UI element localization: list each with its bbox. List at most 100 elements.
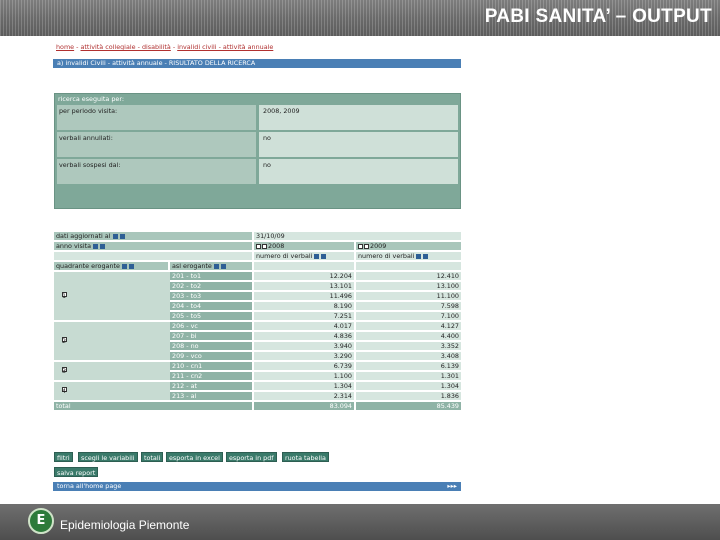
export-excel-button[interactable]: esporta in excel bbox=[166, 452, 223, 462]
breadcrumb: home - attività collegiale - disabilità … bbox=[56, 43, 274, 51]
value-cell: 4.017 bbox=[254, 322, 354, 330]
sort-icon[interactable] bbox=[423, 253, 429, 259]
asl-cell: 211 - cn2 bbox=[170, 372, 252, 380]
table-header-row: numero di verbali numero di verbali bbox=[54, 252, 461, 260]
value-cell: 3.352 bbox=[356, 342, 461, 350]
sort-icon[interactable] bbox=[119, 233, 125, 239]
value-cell: 7.598 bbox=[356, 302, 461, 310]
sort-icon[interactable] bbox=[314, 253, 320, 259]
filter-row: verbali sospesi dal: no bbox=[57, 159, 458, 184]
home-link-bar[interactable]: torna all'home page ▸▸▸ bbox=[53, 482, 461, 491]
asl-cell: 203 - to3 bbox=[170, 292, 252, 300]
breadcrumb-home[interactable]: home bbox=[56, 43, 74, 51]
asl-cell: 204 - to4 bbox=[170, 302, 252, 310]
table-header-row: dati aggiornati al 31/10/09 bbox=[54, 232, 461, 240]
empty-cell bbox=[356, 262, 461, 270]
asl-cell: 212 - at bbox=[170, 382, 252, 390]
sort-icon[interactable] bbox=[121, 263, 127, 269]
collapse-icon[interactable] bbox=[262, 243, 267, 249]
asl-cell: 210 - cn1 bbox=[170, 362, 252, 370]
total-2008: 83.094 bbox=[254, 402, 354, 410]
group-cell[interactable]: 4 bbox=[54, 382, 170, 400]
collapse-icon[interactable] bbox=[364, 243, 369, 249]
sort-icon[interactable] bbox=[213, 263, 219, 269]
filter-label: verbali annullati: bbox=[57, 132, 256, 157]
table-row: 204 - to4 8.190 7.598 bbox=[170, 302, 461, 310]
updated-value-cell: 31/10/09 bbox=[254, 232, 461, 240]
filter-label: verbali sospesi dal: bbox=[57, 159, 256, 184]
app-screenshot: home - attività collegiale - disabilità … bbox=[50, 40, 464, 500]
filter-header: ricerca eseguita per: bbox=[58, 95, 124, 103]
filter-value: no bbox=[259, 132, 458, 157]
asl-cell: 209 - vco bbox=[170, 352, 252, 360]
filter-label: per periodo visita: bbox=[57, 105, 256, 130]
decorative-pattern bbox=[0, 36, 46, 506]
value-cell: 4.400 bbox=[356, 332, 461, 340]
export-pdf-button[interactable]: esporta in pdf bbox=[226, 452, 277, 462]
asl-cell: 201 - to1 bbox=[170, 272, 252, 280]
expand-icon[interactable] bbox=[358, 243, 363, 249]
expand-icon[interactable] bbox=[256, 243, 261, 249]
slide-title: PABI SANITA’ – OUTPUT bbox=[484, 6, 712, 27]
group-cell[interactable]: 1 bbox=[54, 272, 170, 320]
table-row: 202 - to2 13.101 13.100 bbox=[170, 282, 461, 290]
value-cell: 2.314 bbox=[254, 392, 354, 400]
empty-cell bbox=[254, 262, 354, 270]
value-cell: 6.739 bbox=[254, 362, 354, 370]
total-row: total 83.094 85.439 bbox=[54, 402, 461, 410]
breadcrumb-invalidi[interactable]: invalidi civili - attività annuale bbox=[177, 43, 273, 51]
dim1-header: quadrante erogante bbox=[54, 262, 168, 270]
filters-button[interactable]: filtri bbox=[54, 452, 73, 462]
table-header-row: anno visita 2008 2009 bbox=[54, 242, 461, 250]
table-row: 213 - al 2.314 1.836 bbox=[170, 392, 461, 400]
value-cell: 12.410 bbox=[356, 272, 461, 280]
table-row: 206 - vc 4.017 4.127 bbox=[170, 322, 461, 330]
table-row: 212 - at 1.304 1.304 bbox=[170, 382, 461, 390]
table-row: 203 - to3 11.496 11.100 bbox=[170, 292, 461, 300]
measure-header-cell: numero di verbali bbox=[254, 252, 354, 260]
total-label: total bbox=[54, 402, 252, 410]
logo-icon: E bbox=[28, 508, 54, 534]
value-cell: 1.304 bbox=[356, 382, 461, 390]
value-cell: 6.139 bbox=[356, 362, 461, 370]
filter-value: no bbox=[259, 159, 458, 184]
asl-cell: 202 - to2 bbox=[170, 282, 252, 290]
group-cell[interactable]: 3 bbox=[54, 362, 170, 380]
rotate-table-button[interactable]: ruota tabella bbox=[282, 452, 329, 462]
table-row: 207 - bi 4.836 4.400 bbox=[170, 332, 461, 340]
asl-cell: 207 - bi bbox=[170, 332, 252, 340]
measure-header-cell: numero di verbali bbox=[356, 252, 461, 260]
sort-icon[interactable] bbox=[220, 263, 226, 269]
sort-icon[interactable] bbox=[93, 243, 99, 249]
value-cell: 13.101 bbox=[254, 282, 354, 290]
sort-icon[interactable] bbox=[128, 263, 134, 269]
value-cell: 1.301 bbox=[356, 372, 461, 380]
asl-cell: 205 - to5 bbox=[170, 312, 252, 320]
table-row: 205 - to5 7.251 7.100 bbox=[170, 312, 461, 320]
table-row: 210 - cn1 6.739 6.139 bbox=[170, 362, 461, 370]
value-cell: 3.408 bbox=[356, 352, 461, 360]
value-cell: 4.127 bbox=[356, 322, 461, 330]
filter-row: verbali annullati: no bbox=[57, 132, 458, 157]
year-2008-cell[interactable]: 2008 bbox=[254, 242, 354, 250]
sort-icon[interactable] bbox=[100, 243, 106, 249]
value-cell: 3.940 bbox=[254, 342, 354, 350]
value-cell: 11.100 bbox=[356, 292, 461, 300]
dim2-header: asl erogante bbox=[170, 262, 252, 270]
breadcrumb-collegiale[interactable]: attività collegiale - disabilità bbox=[81, 43, 171, 51]
year-label-cell: anno visita bbox=[54, 242, 252, 250]
table-row: 211 - cn2 1.100 1.301 bbox=[170, 372, 461, 380]
choose-variables-button[interactable]: scegli le variabili bbox=[78, 452, 138, 462]
group-cell[interactable]: 2 bbox=[54, 322, 170, 360]
sort-icon[interactable] bbox=[416, 253, 422, 259]
value-cell: 4.836 bbox=[254, 332, 354, 340]
totals-button[interactable]: totali bbox=[141, 452, 164, 462]
home-link[interactable]: torna all'home page bbox=[57, 482, 121, 490]
filter-value: 2008, 2009 bbox=[259, 105, 458, 130]
sort-icon[interactable] bbox=[321, 253, 327, 259]
sort-icon[interactable] bbox=[112, 233, 118, 239]
year-2009-cell[interactable]: 2009 bbox=[356, 242, 461, 250]
save-report-button[interactable]: salva report bbox=[54, 467, 99, 477]
value-cell: 13.100 bbox=[356, 282, 461, 290]
arrow-icons: ▸▸▸ bbox=[447, 482, 457, 490]
